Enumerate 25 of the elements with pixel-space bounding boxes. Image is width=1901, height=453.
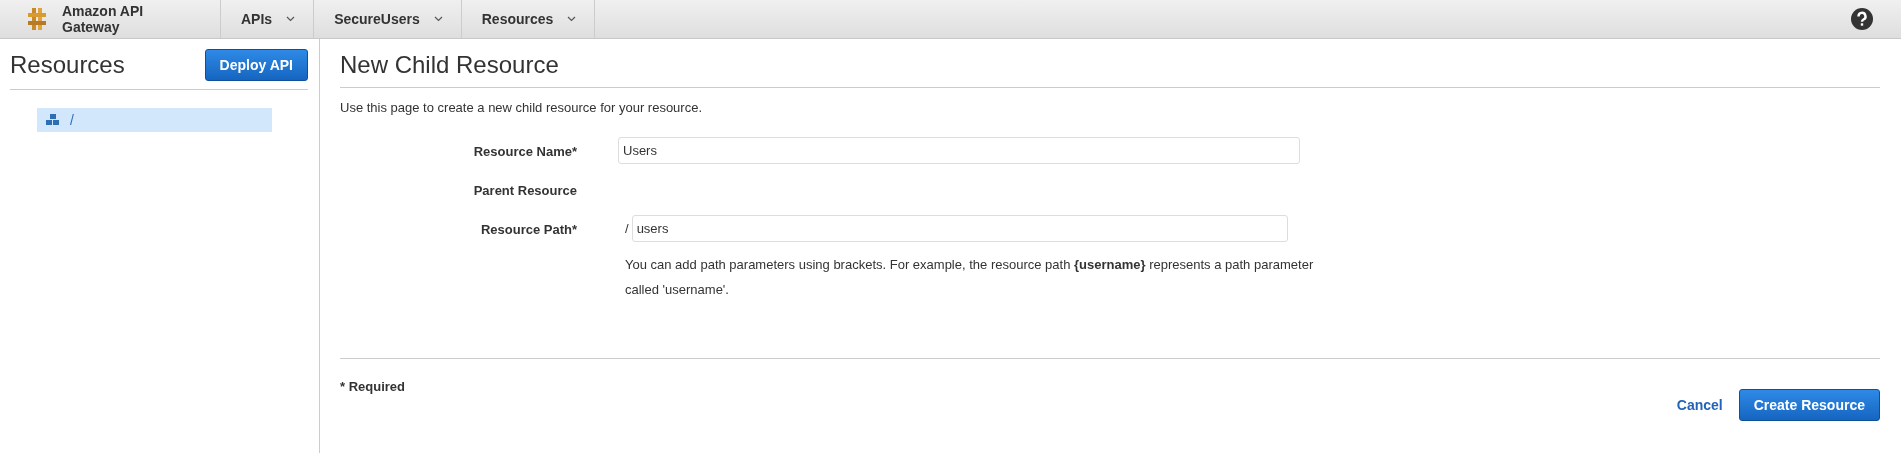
chevron-down-icon: [286, 16, 296, 22]
cancel-link[interactable]: Cancel: [1676, 397, 1723, 413]
cubes-icon: [46, 114, 60, 126]
field-label: Resource Path*: [479, 221, 577, 237]
help-text: You can add path parameters using brackets. For example, the resource path {username} represents a path parameter called 'username'.: [625, 256, 1315, 299]
create-button[interactable]: Create Resource: [1738, 389, 1880, 421]
path-prefix: /: [625, 221, 629, 236]
chevron-down-icon: [567, 16, 577, 22]
tree-item[interactable]: /: [37, 108, 272, 132]
description: Use this page to create a new child resource for your resource.: [340, 99, 703, 115]
required-note: * Required: [340, 378, 405, 394]
help-icon[interactable]: [1851, 8, 1873, 30]
deploy-button[interactable]: Deploy API: [204, 49, 308, 81]
chevron-down-icon: [433, 16, 443, 22]
panel-title: Resources: [10, 51, 125, 79]
nav-menu[interactable]: APIs: [221, 0, 315, 38]
nav-menu[interactable]: SecureUsers: [314, 0, 462, 38]
logo-icon: [26, 7, 48, 31]
brand-link[interactable]: Amazon API Gateway: [0, 0, 221, 38]
field-label: Parent Resource: [472, 182, 577, 198]
field-label: Resource Name*: [472, 143, 577, 159]
page-title: New Child Resource: [340, 49, 1880, 88]
input-field[interactable]: Users: [618, 137, 1300, 164]
input-field[interactable]: users: [631, 215, 1288, 242]
nav-menu[interactable]: Resources: [461, 0, 596, 38]
